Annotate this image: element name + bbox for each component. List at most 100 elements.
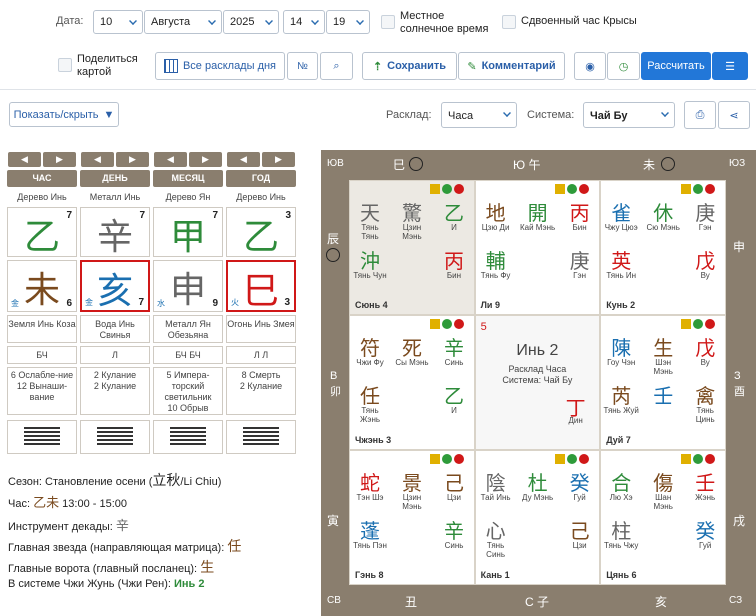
extra-glyph: 壬: [653, 384, 674, 408]
all-charts-button[interactable]: Все расклады дня: [155, 52, 285, 80]
stars-cell: 5 Импера-торский светильник 10 Обрыв: [153, 367, 223, 415]
minute-value: 19: [333, 16, 346, 28]
heaven-stem-label: Синь: [444, 358, 464, 367]
palace-1[interactable]: 天 Тянь Тянь 驚 Цзин Мэнь 乙 И 沖 Тянь Чун 丙…: [349, 180, 475, 315]
palace-5[interactable]: 陳 Гоу Чэн 生 Шэн Мэнь 戊 Ву 芮 Тянь Жуй 禽 Т…: [600, 315, 726, 450]
god-glyph: 雀: [611, 201, 632, 225]
heaven-stem-label: И: [451, 223, 457, 232]
branch-cell[interactable]: 未6金: [7, 260, 77, 312]
gate-glyph: 傷: [653, 471, 674, 495]
branch-cell[interactable]: 巳3火: [226, 260, 296, 312]
gate-label: Цзин Мэнь: [402, 223, 422, 241]
stars-cell: 2 Кулание 2 Кулание: [80, 367, 150, 415]
earth-stem-glyph: 丙: [444, 249, 464, 273]
god-glyph: 地: [485, 201, 506, 225]
symbol-cell: БЧ: [7, 346, 77, 364]
stem-cell[interactable]: 辛7: [80, 207, 150, 258]
print-button[interactable]: ⎙: [684, 101, 716, 129]
status-dot-icon: [567, 184, 578, 194]
prev-button[interactable]: ◀: [227, 152, 260, 167]
share-checkbox[interactable]: [58, 58, 72, 72]
branch-cell[interactable]: 亥7金: [80, 260, 150, 312]
dir-e3: 戌: [733, 514, 746, 528]
hexagram-cell[interactable]: [153, 420, 223, 454]
gate-glyph: 杜: [527, 471, 548, 495]
dir-e2: З 酉: [734, 370, 745, 398]
hour-select[interactable]: 14: [283, 10, 325, 34]
show-hide-label: Показать/скрыть: [13, 108, 99, 121]
palace-4[interactable]: 符 Чжи Фу 死 Сы Мэнь 辛 Синь 任 Тянь Жэнь 乙 …: [349, 315, 475, 450]
status-dot-icon: [704, 454, 715, 464]
palace-6[interactable]: 蛇 Тэн Шэ 景 Цзин Мэнь 己 Цзи 蓬 Тянь Пэн 辛 …: [349, 450, 475, 585]
save-button[interactable]: ⇡ Сохранить: [362, 52, 457, 80]
center-palace[interactable]: 5 Инь 2 Расклад Часа Система: Чай Бу 丁 Д…: [474, 315, 601, 450]
earth-stem-glyph: 辛: [444, 519, 464, 543]
year-select[interactable]: 2025: [223, 10, 279, 34]
god-label: Чжу Цюэ: [604, 223, 638, 232]
layout-label: Расклад:: [386, 109, 432, 121]
share-button[interactable]: ⋖: [718, 101, 750, 129]
prev-button[interactable]: ◀: [81, 152, 114, 167]
branch-cell[interactable]: 申9水: [153, 260, 223, 312]
system-info-label: В системе Чжи Жунь (Чжи Рен):: [8, 578, 171, 590]
local-time-checkbox[interactable]: [381, 15, 395, 29]
stem-cell[interactable]: 乙3: [226, 207, 296, 258]
star-glyph: 芮: [611, 384, 632, 408]
minute-select[interactable]: 19: [326, 10, 370, 34]
hexagram-cell[interactable]: [226, 420, 296, 454]
next-button[interactable]: ▶: [116, 152, 149, 167]
status-dot-icon: [692, 319, 703, 329]
gate-label: Шан Мэнь: [653, 493, 673, 511]
double-rat-checkbox[interactable]: [502, 15, 516, 29]
comment-button[interactable]: ✎ Комментарий: [458, 52, 565, 80]
branch-num: 9: [212, 298, 218, 309]
earth-stem-label: Ву: [700, 271, 710, 280]
divider: [0, 89, 756, 90]
show-hide-button[interactable]: Показать/скрыть ▼: [9, 102, 119, 127]
chevron-down-icon: [661, 109, 669, 117]
hexagram-cell[interactable]: [80, 420, 150, 454]
chevron-down-icon: [356, 17, 364, 25]
palace-7[interactable]: 陰 Тай Инь 杜 Ду Мэнь 癸 Гуй 心 Тянь Синь 己 …: [474, 450, 601, 585]
season-line: Сезон: Становление осени (立秋/Li Chiu): [8, 470, 221, 490]
palace-8[interactable]: 合 Лю Хэ 傷 Шан Мэнь 壬 Жэнь 柱 Тянь Чжу 癸 Г…: [600, 450, 726, 585]
status-square-icon: [680, 184, 691, 194]
star-glyph: 沖: [360, 249, 380, 273]
month-select[interactable]: Августа: [144, 10, 222, 34]
status-square-icon: [680, 454, 691, 464]
status-dot-icon: [704, 319, 715, 329]
palace-2[interactable]: 地 Цзю Ди 開 Кай Мэнь 丙 Бин 輔 Тянь Фу 庚 Гэ…: [474, 180, 601, 315]
settings-button[interactable]: ☰: [712, 52, 748, 80]
chevron-down-icon: [503, 109, 511, 117]
next-button[interactable]: ▶: [43, 152, 76, 167]
next-button[interactable]: ▶: [262, 152, 295, 167]
next-button[interactable]: ▶: [189, 152, 222, 167]
share-label: Поделиться картой: [77, 53, 138, 78]
god-glyph: 陳: [611, 336, 632, 360]
heaven-stem-label: Жэнь: [695, 493, 716, 502]
star-label: Тянь Ин: [606, 271, 637, 280]
element-icon: 水: [157, 299, 165, 308]
stem-cell[interactable]: 乙7: [7, 207, 77, 258]
day-select[interactable]: 10: [93, 10, 143, 34]
system-select[interactable]: Чай Бу: [583, 102, 675, 128]
decade-hanzi: 辛: [115, 518, 129, 533]
star-glyph: 柱: [611, 519, 632, 543]
star-label: Тянь Фу: [480, 271, 511, 280]
status-square-icon: [429, 454, 440, 464]
stem-num: 7: [212, 210, 218, 221]
clock-icon: ◷: [618, 60, 629, 73]
prev-button[interactable]: ◀: [154, 152, 187, 167]
stem-cell[interactable]: 甲7: [153, 207, 223, 258]
search-chart-button[interactable]: ⌕: [320, 52, 353, 80]
hexagram-cell[interactable]: [7, 420, 77, 454]
clock-button[interactable]: ◷: [607, 52, 640, 80]
earth-stem-glyph: 戊: [695, 249, 716, 273]
number-button[interactable]: №: [287, 52, 318, 80]
branch-num: 6: [66, 298, 72, 309]
layout-select[interactable]: Часа: [441, 102, 517, 128]
target-button[interactable]: ◉: [574, 52, 606, 80]
prev-button[interactable]: ◀: [8, 152, 41, 167]
calculate-button[interactable]: Рассчитать: [641, 52, 711, 80]
palace-3[interactable]: 雀 Чжу Цюэ 休 Сю Мэнь 庚 Гэн 英 Тянь Ин 戊 Ву…: [600, 180, 726, 315]
